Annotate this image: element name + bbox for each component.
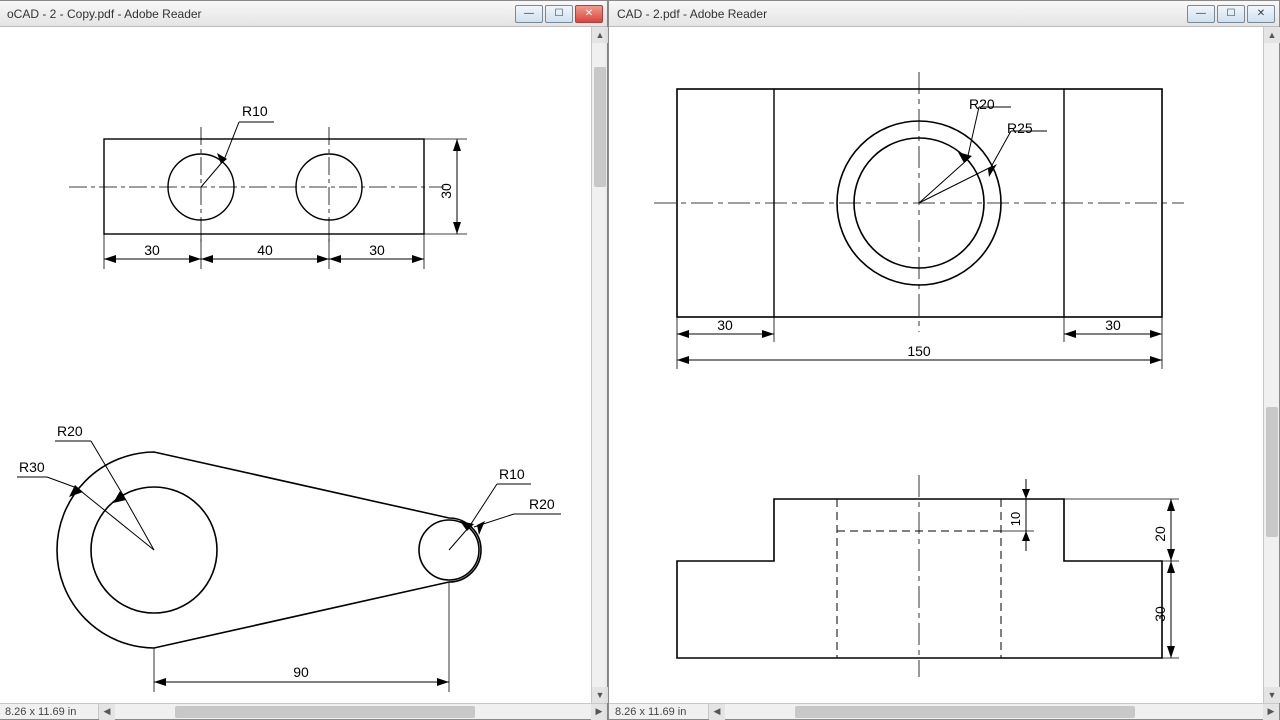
dim-r10b: R10: [499, 466, 525, 482]
window-controls: — ☐ ✕: [515, 5, 603, 23]
window-left: oCAD - 2 - Copy.pdf - Adobe Reader — ☐ ✕: [0, 0, 608, 720]
document-area-left: R10 30 30 40: [0, 27, 591, 703]
cad-drawings-left: R10 30 30 40: [0, 27, 591, 703]
dim-30d: 30: [1105, 317, 1121, 333]
dim-r25: R25: [1007, 120, 1033, 136]
dim-90: 90: [293, 664, 309, 680]
dim-r20a: R20: [57, 423, 83, 439]
close-button[interactable]: ✕: [1247, 5, 1275, 23]
dim-20: 20: [1152, 526, 1168, 542]
maximize-button[interactable]: ☐: [545, 5, 573, 23]
dim-10: 10: [1008, 512, 1023, 526]
titlebar-left: oCAD - 2 - Copy.pdf - Adobe Reader — ☐ ✕: [0, 1, 607, 27]
close-button[interactable]: ✕: [575, 5, 603, 23]
cad-drawings-right: R20 R25 30 30: [609, 27, 1263, 703]
scroll-left-icon[interactable]: ◀: [99, 704, 115, 720]
hscroll-thumb[interactable]: [175, 706, 475, 718]
dim-40: 40: [257, 242, 273, 258]
bottom-part: R30 R20 R10 R20: [17, 423, 561, 692]
dim-r10: R10: [242, 103, 268, 119]
hscroll-left: 8.26 x 11.69 in ◀ ▶: [0, 703, 607, 719]
maximize-button[interactable]: ☐: [1217, 5, 1245, 23]
dim-30c: 30: [717, 317, 733, 333]
hscroll-track[interactable]: [725, 704, 1263, 719]
dim-h30: 30: [438, 183, 454, 199]
hscroll-thumb[interactable]: [795, 706, 1135, 718]
page-size-status-right: 8.26 x 11.69 in: [609, 704, 709, 719]
vscroll-right[interactable]: ▲ ▼: [1263, 27, 1279, 703]
title-text: oCAD - 2 - Copy.pdf - Adobe Reader: [7, 7, 515, 21]
scroll-left-icon[interactable]: ◀: [709, 704, 725, 720]
title-text-right: CAD - 2.pdf - Adobe Reader: [617, 7, 1187, 21]
scroll-down-icon[interactable]: ▼: [592, 687, 608, 703]
hscroll-track[interactable]: [115, 704, 591, 719]
minimize-button[interactable]: —: [1187, 5, 1215, 23]
page-size-status: 8.26 x 11.69 in: [0, 704, 99, 719]
dim-30b: 30: [369, 242, 385, 258]
dim-r20b: R20: [529, 496, 555, 512]
scroll-up-icon[interactable]: ▲: [592, 27, 608, 43]
dim-30a: 30: [144, 242, 160, 258]
dim-r20c: R20: [969, 96, 995, 112]
scroll-down-icon[interactable]: ▼: [1264, 687, 1280, 703]
document-area-right: R20 R25 30 30: [609, 27, 1263, 703]
scroll-right-icon[interactable]: ▶: [1263, 704, 1279, 720]
top-part: R10 30 30 40: [69, 103, 467, 269]
vscroll-left[interactable]: ▲ ▼: [591, 27, 607, 703]
dim-r30: R30: [19, 459, 45, 475]
window-controls-right: — ☐ ✕: [1187, 5, 1275, 23]
window-right: CAD - 2.pdf - Adobe Reader — ☐ ✕: [608, 0, 1280, 720]
dim-30e: 30: [1152, 606, 1168, 622]
dim-150: 150: [907, 343, 931, 359]
scroll-up-icon[interactable]: ▲: [1264, 27, 1280, 43]
scroll-thumb[interactable]: [1266, 407, 1278, 537]
minimize-button[interactable]: —: [515, 5, 543, 23]
titlebar-right: CAD - 2.pdf - Adobe Reader — ☐ ✕: [609, 1, 1279, 27]
scroll-right-icon[interactable]: ▶: [591, 704, 607, 720]
top-part-right: R20 R25 30 30: [654, 72, 1184, 369]
hscroll-right: 8.26 x 11.69 in ◀ ▶: [609, 703, 1279, 719]
bottom-part-right: 10 20 30: [677, 475, 1179, 677]
scroll-thumb[interactable]: [594, 67, 606, 187]
